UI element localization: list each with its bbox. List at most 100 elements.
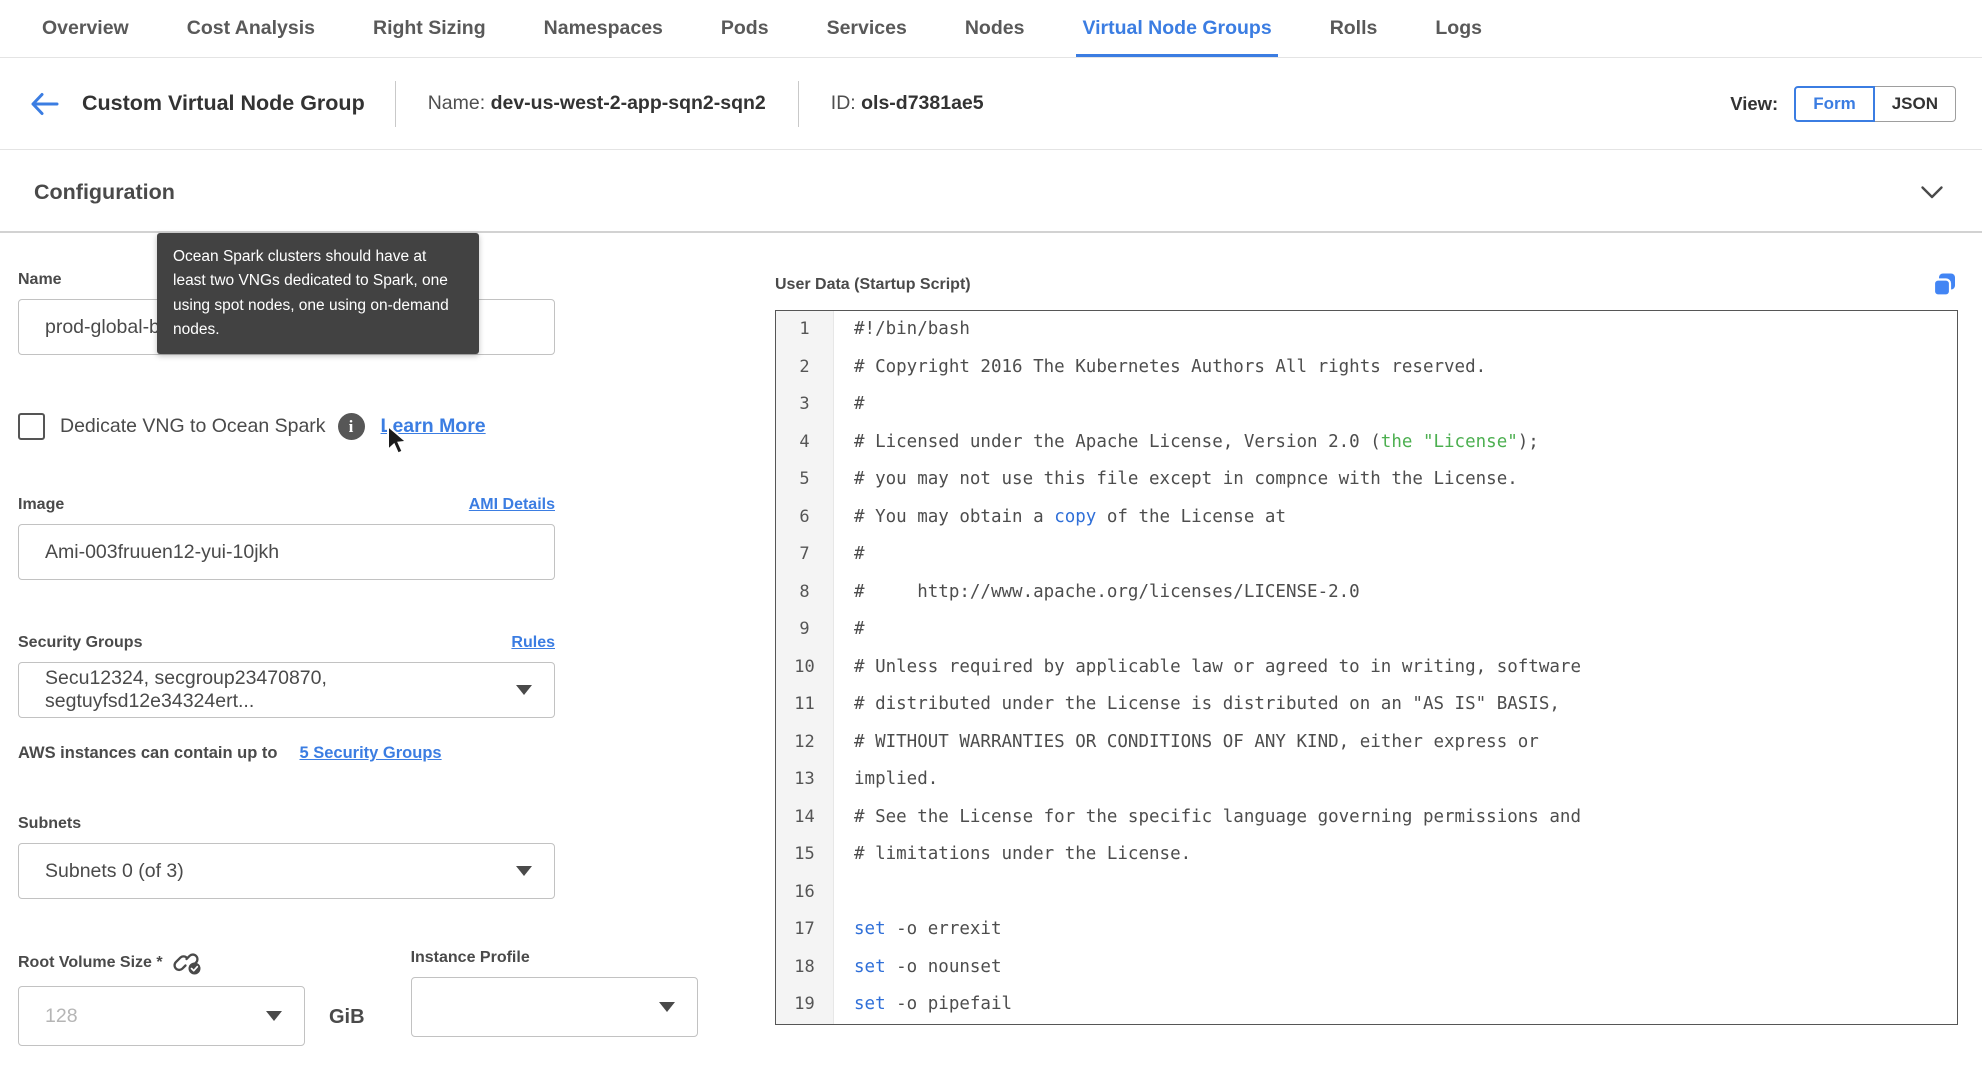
line-number: 5 [776, 461, 834, 499]
page-header: Custom Virtual Node Group Name: dev-us-w… [0, 58, 1982, 150]
code-line: 12 # WITHOUT WARRANTIES OR CONDITIONS OF… [776, 723, 1957, 761]
ocean-spark-tooltip: Ocean Spark clusters should have at leas… [157, 233, 479, 355]
instance-profile-select[interactable] [410, 977, 698, 1037]
line-number: 18 [776, 948, 834, 986]
code-text: # WITHOUT WARRANTIES OR CONDITIONS OF AN… [854, 731, 1539, 752]
volume-profile-row: Root Volume Size * 128 GiB Instance Prof… [18, 949, 718, 1046]
code-line: 11 # distributed under the License is di… [776, 686, 1957, 724]
code-text: set -o nounset [854, 956, 1002, 977]
configuration-form: Ocean Spark clusters should have at leas… [0, 233, 1982, 1046]
rules-link[interactable]: Rules [511, 634, 555, 652]
code-text: # distributed under the License is distr… [854, 694, 1560, 714]
code-text: # See the License for the specific langu… [854, 806, 1581, 827]
line-number: 4 [776, 423, 834, 461]
code-text: # [854, 394, 865, 414]
instance-profile-label: Instance Profile [410, 949, 530, 966]
code-line: 7 # [776, 536, 1957, 574]
line-number: 17 [776, 911, 834, 949]
code-line: 16 [776, 873, 1957, 911]
security-groups-helper: AWS instances can contain up to 5 Securi… [18, 744, 718, 763]
code-line: 1 #!/bin/bash [776, 311, 1957, 349]
tab-virtual-node-groups[interactable]: Virtual Node Groups [1076, 0, 1278, 57]
tab-pods[interactable]: Pods [721, 0, 769, 57]
code-text: set -o pipefail [854, 994, 1013, 1014]
dedicate-vng-checkbox[interactable] [18, 413, 45, 440]
view-form-button[interactable]: Form [1794, 85, 1875, 122]
security-groups-label: Security Groups [18, 634, 143, 651]
code-text: # http://www.apache.org/licenses/LICENSE… [854, 581, 1360, 602]
user-data-editor[interactable]: 1 #!/bin/bash 2 # Copyright 2016 The Kub… [775, 310, 1958, 1025]
security-groups-limit-link[interactable]: 5 Security Groups [299, 744, 441, 763]
info-icon[interactable]: i [337, 413, 365, 440]
code-line: 4 # Licensed under the Apache License, V… [776, 423, 1957, 461]
line-number: 14 [776, 798, 834, 836]
code-text: # limitations under the License. [854, 844, 1192, 864]
tab-overview[interactable]: Overview [42, 0, 129, 57]
vng-name-label: Name: [427, 92, 486, 114]
ami-details-link[interactable]: AMI Details [469, 496, 555, 514]
subnets-label: Subnets [18, 815, 82, 832]
collapse-section-button[interactable] [1920, 185, 1944, 200]
top-tab-bar: Overview Cost Analysis Right Sizing Namespa… [0, 0, 1982, 58]
code-line: 17 set -o errexit [776, 911, 1957, 949]
code-line: 9 # [776, 611, 1957, 649]
line-number: 12 [776, 723, 834, 761]
copy-button[interactable] [1931, 271, 1958, 298]
line-number: 9 [776, 611, 834, 649]
vng-name: Name: dev-us-west-2-app-sqn2-sqn2 [428, 92, 766, 115]
caret-down-icon [516, 685, 532, 695]
dedicate-vng-row: Dedicate VNG to Ocean Spark i Learn More [18, 413, 718, 440]
code-text: # [854, 544, 865, 564]
line-number: 11 [776, 686, 834, 724]
tab-nodes[interactable]: Nodes [965, 0, 1025, 57]
line-number: 13 [776, 761, 834, 799]
view-json-button[interactable]: JSON [1873, 85, 1956, 122]
root-volume-group: Root Volume Size * 128 [18, 949, 305, 1046]
image-input[interactable]: Ami-003fruuen12-yui-10jkh [18, 524, 555, 580]
code-line: 6 # You may obtain a copy of the License… [776, 498, 1957, 536]
code-line: 13 implied. [776, 761, 1957, 799]
code-text: # You may obtain a copy of the License a… [854, 506, 1286, 527]
image-input-value: Ami-003fruuen12-yui-10jkh [45, 540, 280, 563]
back-arrow-icon [31, 92, 59, 115]
tab-logs[interactable]: Logs [1435, 0, 1482, 57]
header-divider [394, 80, 396, 127]
root-volume-placeholder: 128 [45, 1004, 78, 1027]
vng-id-label: ID: [830, 92, 856, 114]
view-switcher: View: Form JSON [1730, 85, 1956, 122]
root-volume-size-select[interactable]: 128 [18, 986, 305, 1046]
code-line: 8 # http://www.apache.org/licenses/LICEN… [776, 573, 1957, 611]
dedicate-vng-label: Dedicate VNG to Ocean Spark [60, 415, 326, 437]
code-text: implied. [854, 769, 939, 789]
tab-namespaces[interactable]: Namespaces [544, 0, 663, 57]
tab-right-sizing[interactable]: Right Sizing [373, 0, 486, 57]
view-label: View: [1730, 92, 1779, 114]
tab-services[interactable]: Services [827, 0, 907, 57]
image-field-label: Image [18, 496, 65, 513]
configuration-section-header: Configuration [0, 150, 1982, 231]
vng-id: ID: ols-d7381ae5 [831, 92, 984, 115]
subnets-select[interactable]: Subnets 0 (of 3) [18, 843, 555, 899]
line-number: 1 [776, 311, 834, 349]
instance-profile-group: Instance Profile [410, 949, 698, 1046]
line-number: 19 [776, 986, 834, 1024]
code-text: #!/bin/bash [854, 319, 970, 339]
root-volume-label: Root Volume Size * [18, 953, 163, 971]
subnets-value: Subnets 0 (of 3) [45, 859, 184, 882]
code-text: set -o errexit [854, 919, 1002, 939]
security-groups-select[interactable]: Secu12324, secgroup23470870, segtuyfsd12… [18, 662, 555, 718]
back-button[interactable] [28, 91, 60, 117]
line-number: 3 [776, 386, 834, 424]
security-groups-value: Secu12324, secgroup23470870, segtuyfsd12… [45, 667, 327, 712]
page-title: Custom Virtual Node Group [82, 91, 365, 115]
code-line: 2 # Copyright 2016 The Kubernetes Author… [776, 348, 1957, 386]
mouse-cursor [385, 423, 417, 463]
code-line: 15 # limitations under the License. [776, 836, 1957, 874]
line-number: 7 [776, 536, 834, 574]
tab-cost-analysis[interactable]: Cost Analysis [187, 0, 315, 57]
line-number: 16 [776, 873, 834, 911]
code-line: 18 set -o nounset [776, 948, 1957, 986]
tab-rolls[interactable]: Rolls [1330, 0, 1378, 57]
code-text: # you may not use this file except in co… [854, 469, 1518, 489]
vng-name-value: dev-us-west-2-app-sqn2-sqn2 [490, 92, 766, 114]
